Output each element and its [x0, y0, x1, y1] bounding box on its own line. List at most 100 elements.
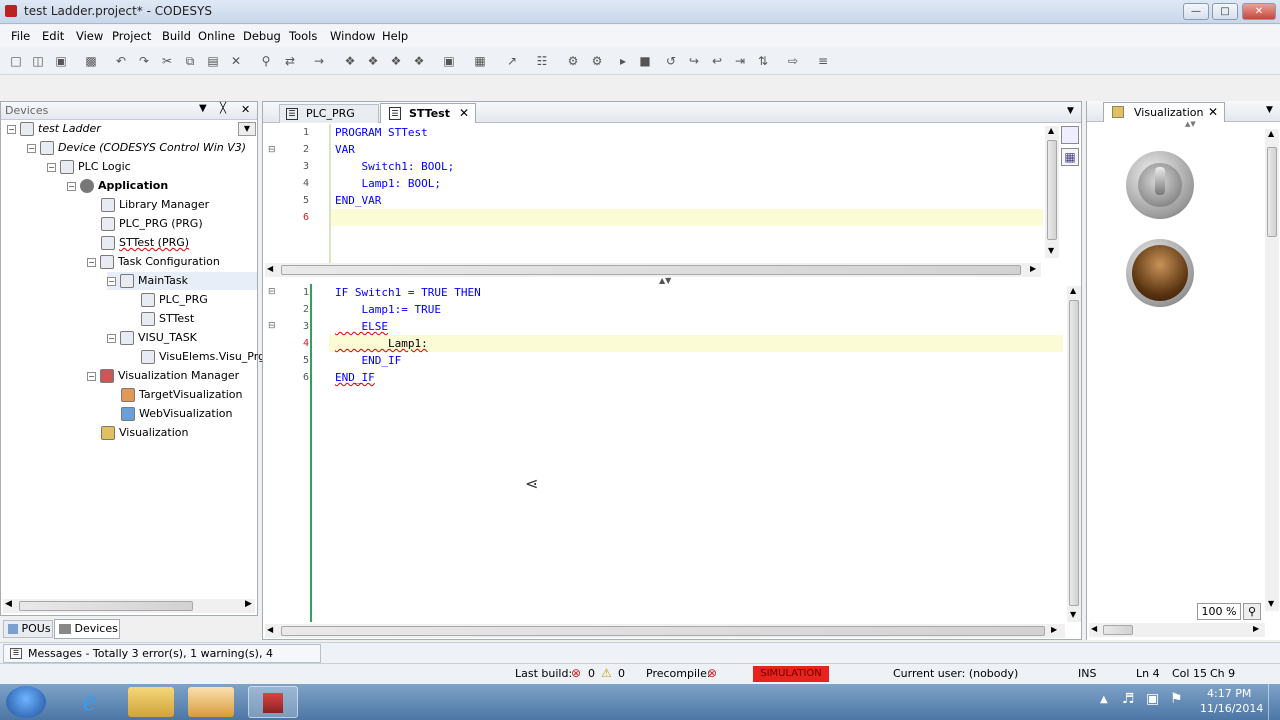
scroll-down-icon[interactable]: ▼ [1268, 599, 1274, 608]
logout-icon[interactable]: ⚙ [589, 53, 605, 69]
zoom-level-field[interactable]: 100 % [1197, 603, 1241, 620]
tree-item-project[interactable]: − test Ladder [7, 120, 101, 138]
menu-window[interactable]: Window [330, 29, 375, 43]
start-icon[interactable]: ▸ [615, 53, 631, 69]
declaration-hscrollbar[interactable]: ◀ ▶ [265, 263, 1041, 277]
scroll-up-icon[interactable]: ▲ [1070, 286, 1076, 295]
menu-online[interactable]: Online [198, 29, 235, 43]
close-tab-icon[interactable]: ✕ [1208, 103, 1218, 122]
insert-icon[interactable]: ▦ [472, 53, 488, 69]
code-line[interactable]: Lamp1:= TRUE [335, 301, 440, 318]
tree-item-visualization[interactable]: Visualization [101, 424, 188, 442]
visualization-vscrollbar[interactable]: ▲ ▼ [1265, 129, 1279, 611]
window-icon[interactable]: ▣ [441, 53, 457, 69]
fold-icon[interactable]: ⊟ [268, 321, 276, 331]
replace-text-icon[interactable]: → [311, 53, 327, 69]
scroll-up-icon[interactable]: ▲ [1048, 126, 1054, 135]
tree-item-device[interactable]: − Device (CODESYS Control Win V3) [27, 139, 246, 157]
tab-visualization[interactable]: Visualization ✕ [1103, 102, 1225, 122]
scroll-thumb[interactable] [1267, 147, 1277, 237]
scroll-thumb[interactable] [281, 626, 1045, 636]
scroll-thumb[interactable] [1069, 300, 1079, 606]
scroll-thumb[interactable] [19, 601, 193, 611]
clock-date[interactable]: 11/16/2014 [1200, 702, 1263, 715]
generate-code-icon[interactable]: ❖ [388, 53, 404, 69]
tab-list-dropdown-icon[interactable]: ▼ [1067, 106, 1074, 116]
menu-file[interactable]: File [11, 29, 30, 43]
toolbar-overflow-icon[interactable]: ≡ [815, 53, 831, 69]
export-icon[interactable]: ↗ [504, 53, 520, 69]
save-icon[interactable]: ▣ [53, 53, 69, 69]
close-tab-icon[interactable]: ✕ [459, 104, 469, 123]
menu-help[interactable]: Help [382, 29, 408, 43]
menu-edit[interactable]: Edit [42, 29, 64, 43]
file-explorer-icon[interactable] [128, 687, 174, 717]
scroll-thumb[interactable] [281, 265, 1021, 275]
tree-item-application[interactable]: − Application [67, 177, 168, 195]
rebuild-icon[interactable]: ❖ [365, 53, 381, 69]
collapse-icon[interactable]: − [107, 333, 116, 343]
code-line[interactable]: Switch1: BOOL; [335, 158, 454, 175]
tree-item-visu-task[interactable]: − VISU_TASK [107, 329, 197, 347]
delete-icon[interactable]: ✕ [228, 53, 244, 69]
show-hidden-icons[interactable]: ▲ [1100, 694, 1108, 705]
code-line[interactable]: END_VAR [335, 192, 381, 209]
panel-menu-icon[interactable]: ▼ [199, 103, 207, 114]
volume-icon[interactable]: ♬ [1122, 691, 1135, 707]
tree-dropdown-button[interactable]: ▼ [238, 122, 256, 136]
paste-icon[interactable]: ▤ [205, 53, 221, 69]
textual-view-icon[interactable] [1061, 126, 1079, 144]
next-statement-icon[interactable]: ⇨ [785, 53, 801, 69]
tabular-view-icon[interactable]: ▦ [1061, 148, 1079, 166]
maximize-button[interactable]: □ [1212, 3, 1238, 20]
start-button[interactable] [6, 686, 46, 718]
build-icon[interactable]: ❖ [342, 53, 358, 69]
code-line[interactable]: END_IF [335, 369, 375, 386]
implementation-hscrollbar[interactable]: ◀ ▶ [265, 624, 1065, 638]
stop-icon[interactable]: ■ [637, 53, 653, 69]
run-to-cursor-icon[interactable]: ⇥ [732, 53, 748, 69]
tree-item-plc-logic[interactable]: − PLC Logic [47, 158, 131, 176]
implementation-vscrollbar[interactable]: ▲ ▼ [1067, 286, 1081, 622]
codesys-app-icon[interactable] [5, 5, 17, 17]
login-icon[interactable]: ⚙ [565, 53, 581, 69]
scroll-left-icon[interactable]: ◀ [1091, 624, 1097, 633]
scroll-right-icon[interactable]: ▶ [1051, 625, 1057, 634]
step-over-icon[interactable]: ↺ [663, 53, 679, 69]
tree-item-library-manager[interactable]: Library Manager [101, 196, 209, 214]
scroll-left-icon[interactable]: ◀ [5, 599, 12, 609]
messages-tab[interactable]: ☰ Messages - Totally 3 error(s), 1 warni… [3, 644, 321, 677]
tree-item-maintask-sttest[interactable]: STTest [141, 310, 194, 328]
scroll-right-icon[interactable]: ▶ [1030, 264, 1036, 273]
devices-hscrollbar[interactable]: ◀ ▶ [3, 599, 255, 613]
collapse-icon[interactable]: − [47, 162, 56, 172]
tree-item-target-visualization[interactable]: TargetVisualization [121, 386, 243, 404]
code-line[interactable]: IF Switch1 = TRUE THEN [335, 284, 481, 301]
new-file-icon[interactable]: □ [8, 53, 24, 69]
declaration-vscrollbar[interactable]: ▲ ▼ [1045, 126, 1059, 258]
code-line[interactable]: END_IF [335, 352, 401, 369]
cut-icon[interactable]: ✂ [159, 53, 175, 69]
menu-project[interactable]: Project [112, 29, 151, 43]
scan-network-icon[interactable]: ☷ [534, 53, 550, 69]
menu-tools[interactable]: Tools [289, 29, 317, 43]
scroll-left-icon[interactable]: ◀ [267, 264, 273, 273]
tree-item-visuelems[interactable]: VisuElems.Visu_Prg [141, 348, 265, 366]
scroll-up-icon[interactable]: ▲ [1268, 129, 1274, 138]
step-out-icon[interactable]: ↩ [709, 53, 725, 69]
tree-item-task-configuration[interactable]: − Task Configuration [87, 253, 220, 271]
collapse-icon[interactable]: − [87, 371, 96, 381]
close-button[interactable]: ✕ [1242, 3, 1276, 20]
clock-time[interactable]: 4:17 PM [1207, 687, 1251, 700]
scroll-thumb[interactable] [1103, 625, 1133, 635]
pin-icon[interactable]: ╳ [220, 103, 226, 114]
internet-explorer-icon[interactable]: ℯ [68, 687, 112, 717]
tree-item-web-visualization[interactable]: WebVisualization [121, 405, 232, 423]
tree-item-sttest[interactable]: STTest (PRG) [101, 234, 189, 252]
collapse-icon[interactable]: − [27, 143, 36, 153]
show-desktop-button[interactable] [1268, 684, 1280, 720]
codesys-taskbar-button[interactable] [248, 686, 298, 718]
menu-build[interactable]: Build [162, 29, 191, 43]
code-line[interactable]: VAR [335, 141, 355, 158]
collapse-icon[interactable]: − [67, 181, 76, 191]
